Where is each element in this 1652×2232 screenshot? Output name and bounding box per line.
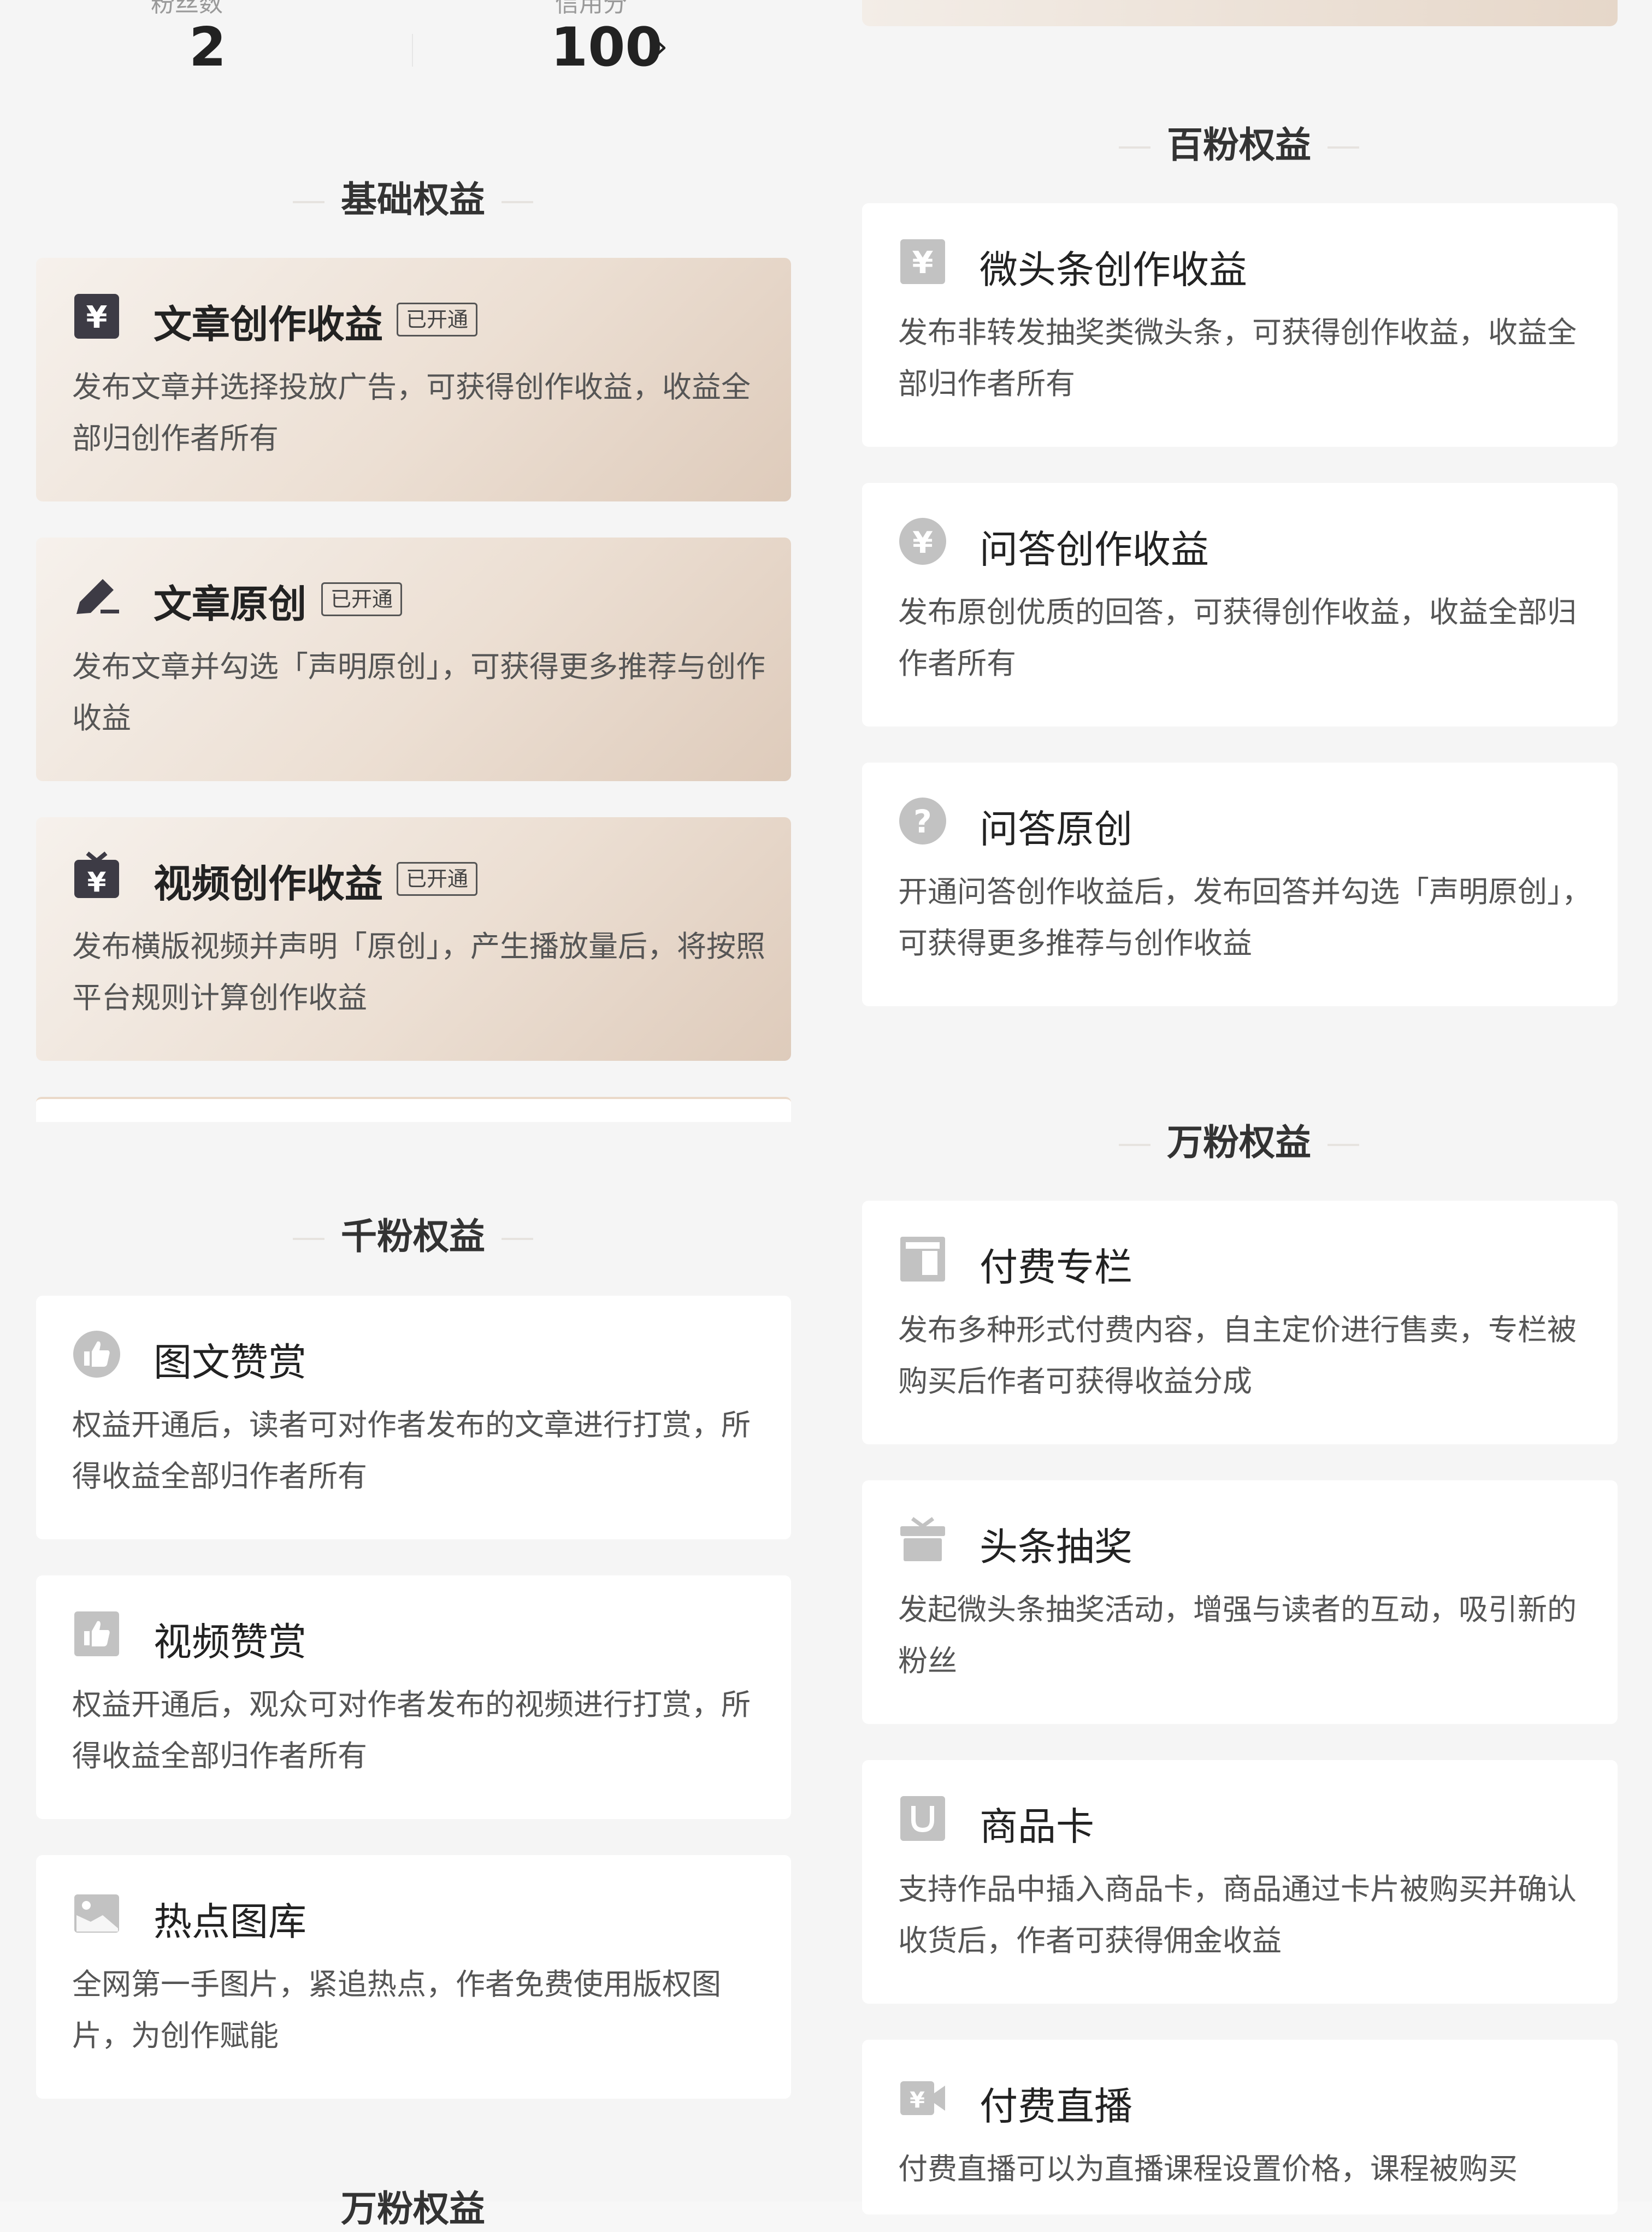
benefit-desc: 开通问答创作收益后，发布回答并勾选「声明原创」，可获得更多推荐与创作收益 [898, 875, 1591, 960]
benefit-title: 文章原创 [154, 582, 306, 627]
benefit-desc: 发布非转发抽奖类微头条，可获得创作收益，收益全部归作者所有 [898, 315, 1577, 401]
svg-text:?: ? [913, 803, 932, 840]
yuan-circle-icon: ¥ [899, 518, 946, 565]
benefit-desc: 发布横版视频并声明「原创」，产生播放量后，将按照平台规则计算创作收益 [72, 929, 765, 1015]
stat-label-left: 粉丝数 [151, 0, 223, 17]
benefit-desc: 发布文章并勾选「声明原创」，可获得更多推荐与创作收益 [72, 649, 765, 735]
gift-icon [900, 1517, 945, 1561]
benefit-desc: 付费直播可以为直播课程设置价格，课程被购买 [898, 2152, 1518, 2186]
benefit-card-article-income[interactable]: ¥ 文章创作收益 已开通 发布文章并选择投放广告，可获得创作收益，收益全部归创作… [36, 258, 791, 501]
benefit-desc: 全网第一手图片，紧追热点，作者免费使用版权图片，为创作赋能 [72, 1967, 721, 2053]
svg-text:¥: ¥ [912, 525, 933, 560]
yuan-square-icon: ¥ [900, 239, 945, 284]
benefit-title: 头条抽奖 [980, 1525, 1132, 1569]
benefit-card-qa-original[interactable]: ? 问答原创 开通问答创作收益后，发布回答并勾选「声明原创」，可获得更多推荐与创… [862, 763, 1618, 1006]
image-icon [74, 1894, 119, 1933]
svg-text:¥: ¥ [86, 300, 108, 335]
svg-text:¥: ¥ [87, 866, 107, 898]
bag-icon [900, 1796, 945, 1841]
column-icon [900, 1237, 945, 1282]
benefit-card-lottery[interactable]: 头条抽奖 发起微头条抽奖活动，增强与读者的互动，吸引新的粉丝 [862, 1480, 1618, 1724]
benefit-title: 视频赞赏 [154, 1620, 306, 1664]
yuan-square-icon: ¥ [74, 294, 119, 339]
card-edge [36, 1097, 791, 1122]
status-badge: 已开通 [397, 303, 478, 336]
stat-label-right: 信用分 [555, 0, 627, 17]
left-column: 粉丝数 2 信用分 100 › 基础权益 ¥ 文章创作收益 已开通 发布文章并选… [0, 0, 826, 2230]
status-badge: 已开通 [397, 862, 478, 896]
benefit-card-paid-column[interactable]: 付费专栏 发布多种形式付费内容，自主定价进行售卖，专栏被购买后作者可获得收益分成 [862, 1201, 1618, 1444]
benefit-card-video-income[interactable]: ¥ 视频创作收益 已开通 发布横版视频并声明「原创」，产生播放量后，将按照平台规… [36, 817, 791, 1061]
benefit-title: 商品卡 [980, 1804, 1094, 1849]
section-title-hundred: 百粉权益 [826, 116, 1652, 168]
benefit-title: 微头条创作收益 [980, 247, 1247, 292]
thumb-up-circle-icon [73, 1331, 120, 1378]
benefit-title: 热点图库 [154, 1899, 306, 1944]
benefit-card-product-card[interactable]: 商品卡 支持作品中插入商品卡，商品通过卡片被购买并确认收货后，作者可获得佣金收益 [862, 1760, 1618, 2004]
benefit-desc: 权益开通后，观众可对作者发布的视频进行打赏，所得收益全部归作者所有 [72, 1687, 751, 1773]
section-title-next: 万粉权益 [0, 2180, 826, 2232]
status-badge: 已开通 [321, 582, 403, 616]
benefit-desc: 发布多种形式付费内容，自主定价进行售卖，专栏被购买后作者可获得收益分成 [898, 1313, 1577, 1398]
benefit-desc: 发布文章并选择投放广告，可获得创作收益，收益全部归创作者所有 [72, 370, 751, 456]
thumb-up-square-icon [74, 1611, 119, 1656]
benefit-title: 图文赞赏 [154, 1340, 306, 1385]
section-title-thousand: 千粉权益 [0, 1207, 826, 1260]
benefit-title: 付费直播 [980, 2084, 1132, 2129]
benefit-card-article-original[interactable]: 文章原创 已开通 发布文章并勾选「声明原创」，可获得更多推荐与创作收益 [36, 538, 791, 781]
card-edge-top [862, 0, 1618, 26]
question-icon: ? [899, 798, 946, 845]
benefit-card-video-reward[interactable]: 视频赞赏 权益开通后，观众可对作者发布的视频进行打赏，所得收益全部归作者所有 [36, 1575, 791, 1819]
benefit-desc: 支持作品中插入商品卡，商品通过卡片被购买并确认收货后，作者可获得佣金收益 [898, 1872, 1577, 1958]
tv-yuan-icon: ¥ [74, 851, 119, 898]
benefit-card-paid-live[interactable]: ¥ 付费直播 付费直播可以为直播课程设置价格，课程被购买 [862, 2040, 1618, 2215]
svg-text:¥: ¥ [912, 245, 934, 281]
section-title-basic: 基础权益 [0, 170, 826, 223]
benefit-card-article-reward[interactable]: 图文赞赏 权益开通后，读者可对作者发布的文章进行打赏，所得收益全部归作者所有 [36, 1296, 791, 1539]
stat-value-right[interactable]: 100 [551, 16, 663, 79]
svg-text:¥: ¥ [910, 2088, 925, 2113]
benefit-card-hot-gallery[interactable]: 热点图库 全网第一手图片，紧追热点，作者免费使用版权图片，为创作赋能 [36, 1855, 791, 2099]
benefit-title: 问答原创 [980, 807, 1132, 852]
stat-divider [412, 34, 413, 67]
benefit-card-qa-income[interactable]: ¥ 问答创作收益 发布原创优质的回答，可获得创作收益，收益全部归作者所有 [862, 483, 1618, 727]
benefit-title: 付费专栏 [980, 1245, 1132, 1290]
benefit-card-micro-income[interactable]: ¥ 微头条创作收益 发布非转发抽奖类微头条，可获得创作收益，收益全部归作者所有 [862, 203, 1618, 447]
benefit-title: 文章创作收益 [154, 302, 383, 347]
benefit-title: 问答创作收益 [980, 527, 1209, 572]
stat-value-left: 2 [189, 16, 227, 79]
video-yuan-icon: ¥ [900, 2081, 945, 2115]
section-title-tenk: 万粉权益 [826, 1113, 1652, 1166]
benefit-desc: 发布原创优质的回答，可获得创作收益，收益全部归作者所有 [898, 595, 1577, 681]
chevron-right-icon[interactable]: › [654, 26, 668, 66]
pen-icon [76, 579, 119, 614]
benefit-title: 视频创作收益 [154, 861, 383, 906]
benefit-desc: 发起微头条抽奖活动，增强与读者的互动，吸引新的粉丝 [898, 1592, 1577, 1678]
benefit-desc: 权益开通后，读者可对作者发布的文章进行打赏，所得收益全部归作者所有 [72, 1408, 751, 1493]
